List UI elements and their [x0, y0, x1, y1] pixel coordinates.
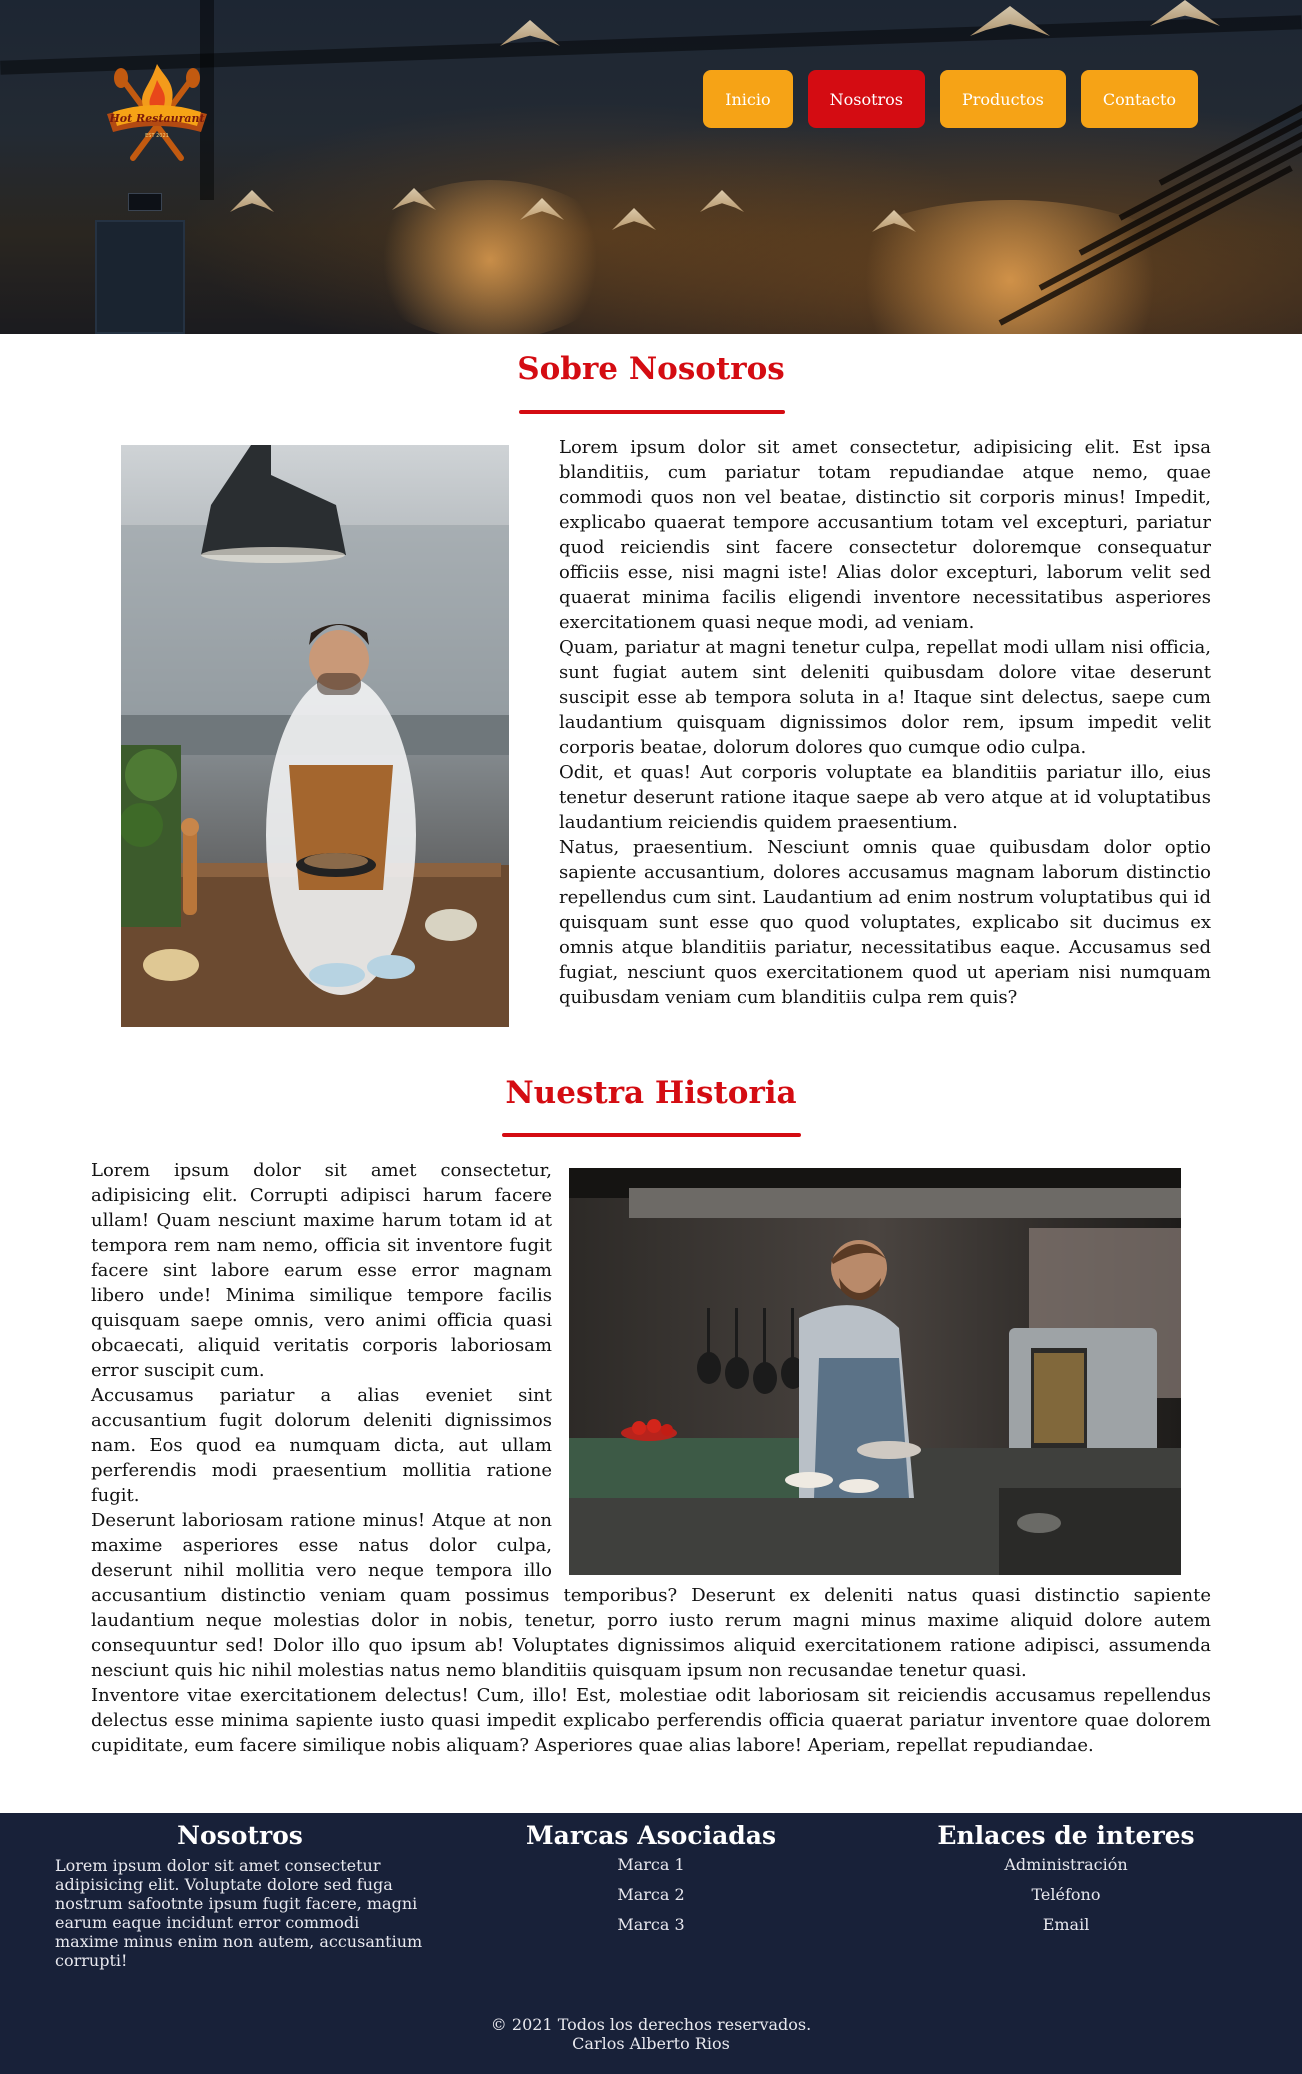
footer-brand-link[interactable]: Marca 2 — [500, 1880, 802, 1910]
footer-link-email[interactable]: Email — [906, 1910, 1226, 1940]
footer-copyright: © 2021 Todos los derechos reservados. Ca… — [0, 2015, 1302, 2053]
hanging-lamp — [230, 190, 274, 212]
hanging-lamp — [700, 190, 744, 212]
copyright-text: © 2021 Todos los derechos reservados. — [490, 2015, 812, 2034]
footer-link-admin[interactable]: Administración — [906, 1850, 1226, 1880]
history-paragraph: Inventore vitae exercitationem delectus!… — [91, 1685, 1211, 1756]
about-paragraph: Natus, praesentium. Nesciunt omnis quae … — [559, 837, 1211, 1008]
restaurant-logo[interactable]: Hot Restaurant EST 2021 — [103, 62, 211, 164]
footer-about-text: Lorem ipsum dolor sit amet consectetur a… — [55, 1856, 423, 1970]
history-title: Nuestra Historia — [505, 1075, 797, 1111]
footer-links-list: Administración Teléfono Email — [906, 1850, 1226, 1940]
about-paragraph: Lorem ipsum dolor sit amet consectetur, … — [559, 437, 1211, 633]
about-title: Sobre Nosotros — [517, 351, 785, 387]
hero-header: Hot Restaurant EST 2021 Inicio Nosotros … — [0, 0, 1302, 334]
about-paragraph: Odit, et quas! Aut corporis voluptate ea… — [559, 762, 1211, 833]
about-title-underline — [519, 410, 785, 414]
main-nav: Inicio Nosotros Productos Contacto — [703, 70, 1198, 128]
footer-brands-title: Marcas Asociadas — [525, 1821, 777, 1850]
logo-text: Hot Restaurant — [108, 112, 204, 125]
footer-about-title: Nosotros — [177, 1821, 303, 1850]
background-door — [95, 220, 185, 334]
footer-links-title: Enlaces de interes — [937, 1821, 1195, 1850]
footer-links-column: Enlaces de interes Administración Teléfo… — [906, 1821, 1226, 1940]
footer-about-column: Nosotros Lorem ipsum dolor sit amet cons… — [55, 1821, 425, 1970]
footer-brands-column: Marcas Asociadas Marca 1 Marca 2 Marca 3 — [500, 1821, 802, 1940]
footer-brand-link[interactable]: Marca 3 — [500, 1910, 802, 1940]
logo-subtext: EST 2021 — [145, 133, 169, 139]
exit-sign — [128, 193, 162, 211]
nav-inicio-button[interactable]: Inicio — [703, 70, 793, 128]
about-paragraph: Quam, pariatur at magni tenetur culpa, r… — [559, 637, 1211, 758]
hanging-lamp — [612, 208, 656, 230]
footer-link-phone[interactable]: Teléfono — [906, 1880, 1226, 1910]
nav-productos-button[interactable]: Productos — [940, 70, 1066, 128]
history-photo-spacer — [552, 1158, 1211, 1578]
staircase — [1078, 128, 1302, 256]
history-title-underline — [502, 1133, 801, 1137]
footer-brands-list: Marca 1 Marca 2 Marca 3 — [500, 1850, 802, 1940]
footer-brand-link[interactable]: Marca 1 — [500, 1850, 802, 1880]
author-text: Carlos Alberto Rios — [572, 2034, 730, 2053]
nav-nosotros-button[interactable]: Nosotros — [807, 70, 925, 128]
about-text: Lorem ipsum dolor sit amet consectetur, … — [559, 435, 1211, 1010]
history-text: Lorem ipsum dolor sit amet consectetur, … — [91, 1158, 1211, 1758]
chef-presenting-dish-photo — [121, 445, 509, 1027]
nav-contacto-button[interactable]: Contacto — [1080, 70, 1198, 128]
